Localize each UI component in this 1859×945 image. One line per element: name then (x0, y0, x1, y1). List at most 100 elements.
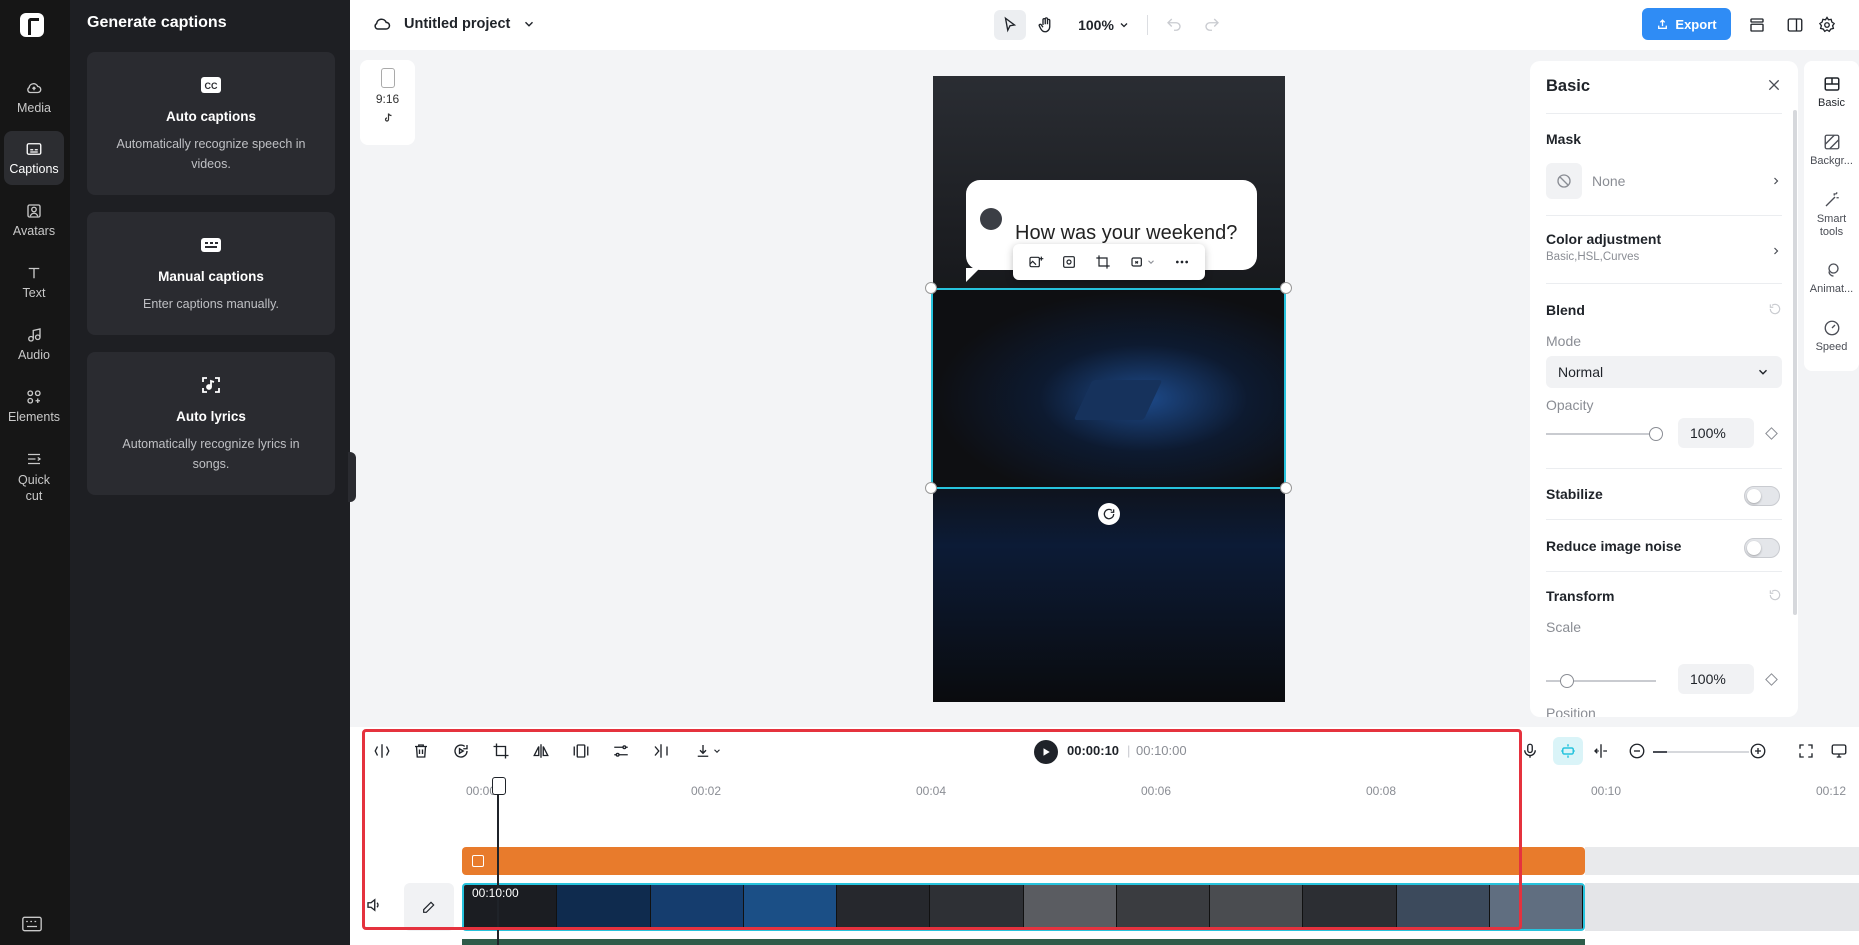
keyframe-icon[interactable] (1765, 427, 1778, 440)
rail-item-media[interactable]: Media (4, 70, 64, 124)
resize-handle-bl[interactable] (925, 482, 937, 494)
resize-handle-tl[interactable] (925, 282, 937, 294)
redo-button[interactable] (1198, 10, 1226, 40)
crop-button[interactable] (1092, 251, 1114, 273)
audio-track-clip[interactable] (462, 939, 1585, 945)
scale-input[interactable]: 100% (1678, 664, 1754, 694)
app-logo[interactable] (20, 13, 44, 37)
track-empty-area (1585, 883, 1859, 931)
mask-selector[interactable]: None (1546, 163, 1782, 199)
layers-button[interactable] (1743, 10, 1771, 40)
more-button[interactable] (1171, 251, 1193, 273)
auto-captions-title: Auto captions (166, 109, 256, 124)
reset-icon[interactable] (1768, 302, 1782, 316)
remove-bg-button[interactable] (1058, 251, 1080, 273)
chevron-down-icon (1759, 369, 1767, 375)
rotate-handle[interactable] (1098, 503, 1120, 525)
selected-clip[interactable] (931, 288, 1286, 489)
mask-title: Mask (1546, 131, 1582, 147)
export-button[interactable]: Export (1642, 8, 1731, 40)
undo-icon (1167, 18, 1181, 31)
zoom-out-button[interactable] (1626, 740, 1648, 762)
fit-button[interactable] (1795, 740, 1817, 762)
close-icon[interactable] (1766, 77, 1782, 93)
export-label: Export (1675, 16, 1717, 32)
resize-handle-br[interactable] (1280, 482, 1292, 494)
tab-speed[interactable]: Speed (1804, 319, 1859, 354)
rail-item-quick-cut[interactable]: Quick cut (4, 446, 64, 508)
none-icon (1546, 163, 1582, 199)
svg-text:CC: CC (205, 81, 218, 91)
blend-mode-select[interactable]: Normal (1546, 356, 1782, 388)
link-button[interactable] (1590, 740, 1612, 762)
color-adjustment-sub: Basic,HSL,Curves (1546, 251, 1640, 263)
replace-button[interactable] (1025, 251, 1047, 273)
scale-slider[interactable] (1546, 674, 1656, 688)
rail-item-elements[interactable]: Elements (4, 379, 64, 433)
rail-item-audio[interactable]: Audio (4, 317, 64, 371)
scale-slider-knob[interactable] (1560, 674, 1574, 688)
chevron-down-icon (525, 21, 534, 27)
redo-icon (1205, 18, 1219, 31)
rail-label-elements: Elements (7, 410, 61, 424)
timeline-zoom-slider[interactable] (1653, 751, 1749, 753)
reset-icon[interactable] (1768, 588, 1782, 602)
project-name: Untitled project (404, 16, 511, 32)
auto-snap-icon (1561, 744, 1575, 758)
auto-captions-card[interactable]: CC Auto captions Automatically recognize… (87, 52, 335, 195)
stabilize-toggle[interactable] (1744, 486, 1780, 506)
speech-bubble-text: How was your weekend? (1015, 222, 1238, 244)
opacity-input[interactable]: 100% (1678, 418, 1754, 448)
auto-lyrics-card[interactable]: Auto lyrics Automatically recognize lyri… (87, 352, 335, 495)
properties-scrollbar[interactable] (1793, 110, 1797, 615)
auto-captions-desc: Automatically recognize speech in videos… (116, 137, 306, 171)
property-tabs: Basic Backgr... Smart tools Animat... Spe… (1804, 61, 1859, 371)
tab-background[interactable]: Backgr... (1804, 133, 1859, 168)
hand-tool-button[interactable] (1030, 10, 1062, 40)
zoom-in-button[interactable] (1747, 740, 1769, 762)
tab-animation[interactable]: Animat... (1804, 261, 1859, 296)
keyboard-icon (201, 238, 221, 252)
tab-smart-tools[interactable]: Smart tools (1804, 191, 1859, 239)
divider (1546, 571, 1782, 572)
manual-captions-card[interactable]: Manual captions Enter captions manually. (87, 212, 335, 335)
rail-item-text[interactable]: Text (4, 255, 64, 309)
rotate-icon (1103, 508, 1115, 520)
rail-item-avatars[interactable]: Avatars (4, 193, 64, 247)
gear-icon (1818, 16, 1836, 33)
settings-button[interactable] (1813, 10, 1841, 40)
basic-icon (1824, 77, 1839, 91)
aspect-ratio-selector[interactable]: 9:16 (360, 60, 415, 145)
preview-button[interactable] (1828, 740, 1850, 762)
opacity-slider[interactable] (1546, 427, 1663, 441)
tab-basic[interactable]: Basic (1804, 75, 1859, 110)
keyframe-icon[interactable] (1765, 673, 1778, 686)
fullscreen-icon (1799, 744, 1813, 758)
tab-speed-label: Speed (1815, 341, 1848, 353)
rail-label-quick-cut-l2: cut (25, 489, 43, 503)
project-menu[interactable]: Untitled project (372, 14, 536, 34)
reduce-noise-toggle[interactable] (1744, 538, 1780, 558)
rail-item-captions[interactable]: Captions (4, 131, 64, 185)
ruler-tick: 00:10 (1591, 784, 1622, 798)
collapse-panel-handle[interactable] (348, 452, 356, 502)
left-rail: Media Captions Avatars Text Audio Elemen… (0, 0, 70, 945)
resize-handle-tr[interactable] (1280, 282, 1292, 294)
undo-button[interactable] (1160, 10, 1188, 40)
select-tool-button[interactable] (994, 10, 1026, 40)
rail-label-text: Text (22, 286, 46, 300)
color-adjustment-section[interactable]: Color adjustment Basic,HSL,Curves (1546, 231, 1782, 263)
layout-button[interactable] (1781, 10, 1809, 40)
opacity-slider-knob[interactable] (1649, 427, 1663, 441)
tab-background-label: Backgr... (1810, 155, 1853, 167)
manual-captions-title: Manual captions (158, 269, 264, 284)
speed-icon (1824, 320, 1839, 336)
monitor-icon (1831, 744, 1847, 758)
keyboard-shortcuts-icon[interactable] (22, 916, 42, 932)
effects-button[interactable] (1126, 251, 1160, 273)
mask-section: Mask (1546, 131, 1782, 147)
record-button[interactable] (1519, 740, 1541, 762)
magnet-button[interactable] (1553, 737, 1583, 765)
zoom-dropdown[interactable]: 100% (1076, 10, 1132, 40)
focus-icon (1063, 256, 1076, 268)
